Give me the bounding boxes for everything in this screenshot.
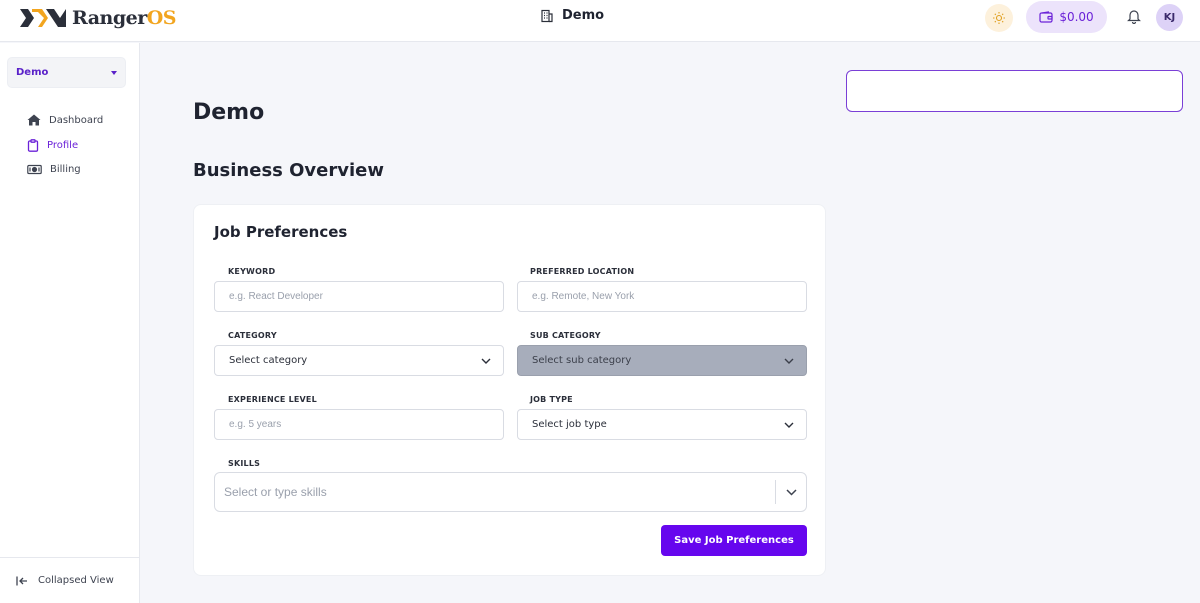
app-logo[interactable]: RangerOS [18, 6, 177, 30]
chevron-down-icon [481, 358, 491, 364]
category-select[interactable]: Select category [214, 345, 504, 376]
wallet-icon [1039, 11, 1053, 23]
wallet-balance: $0.00 [1059, 10, 1094, 24]
logo-text: RangerOS [72, 7, 177, 29]
experience-label: EXPERIENCE LEVEL [228, 395, 317, 404]
rangeros-logo-icon [20, 9, 66, 27]
money-icon [27, 164, 42, 175]
job-type-select[interactable]: Select job type [517, 409, 807, 440]
clipboard-icon [27, 139, 39, 152]
skills-placeholder: Select or type skills [224, 485, 327, 499]
category-label: CATEGORY [228, 331, 277, 340]
bell-icon [1127, 10, 1141, 25]
empty-panel-box [846, 70, 1183, 112]
job-preferences-card: Job Preferences KEYWORD e.g. React Devel… [193, 204, 826, 576]
user-avatar[interactable]: KJ [1156, 4, 1183, 31]
chevron-down-icon [784, 358, 794, 364]
section-title: Business Overview [193, 160, 384, 181]
skills-dropdown-toggle[interactable] [776, 488, 806, 496]
sidebar-item-profile[interactable]: Profile [27, 139, 78, 152]
sub-category-select[interactable]: Select sub category [517, 345, 807, 376]
keyword-label: KEYWORD [228, 267, 276, 276]
save-job-preferences-button[interactable]: Save Job Preferences [661, 525, 807, 556]
keyword-input[interactable]: e.g. React Developer [214, 281, 504, 312]
theme-toggle-button[interactable] [985, 4, 1013, 32]
location-input[interactable]: e.g. Remote, New York [517, 281, 807, 312]
sidebar: Demo Dashboard Profile Billing Collapsed… [0, 43, 140, 603]
sidebar-item-dashboard[interactable]: Dashboard [27, 114, 103, 126]
skills-multiselect[interactable]: Select or type skills [214, 472, 807, 512]
collapse-sidebar-button[interactable]: Collapsed View [0, 557, 140, 603]
page-title: Demo [193, 100, 265, 125]
caret-down-icon [111, 70, 117, 75]
chevron-down-icon [784, 422, 794, 428]
wallet-balance-button[interactable]: $0.00 [1026, 1, 1107, 33]
building-icon [541, 9, 553, 22]
chevron-down-icon [785, 488, 797, 496]
experience-input[interactable]: e.g. 5 years [214, 409, 504, 440]
top-header: RangerOS Demo $0.00 KJ [0, 0, 1200, 42]
sun-icon [993, 12, 1005, 24]
workspace-name: Demo [562, 8, 605, 23]
workspace-indicator: Demo [540, 8, 604, 23]
job-type-label: JOB TYPE [530, 395, 573, 404]
collapse-left-icon [16, 576, 27, 585]
location-label: PREFERRED LOCATION [530, 267, 635, 276]
sub-category-label: SUB CATEGORY [530, 331, 601, 340]
skills-label: SKILLS [228, 459, 261, 468]
sidebar-item-billing[interactable]: Billing [27, 164, 81, 175]
notifications-button[interactable] [1126, 8, 1142, 28]
card-title: Job Preferences [214, 223, 348, 241]
workspace-select[interactable]: Demo [7, 57, 126, 88]
home-icon [27, 114, 41, 126]
